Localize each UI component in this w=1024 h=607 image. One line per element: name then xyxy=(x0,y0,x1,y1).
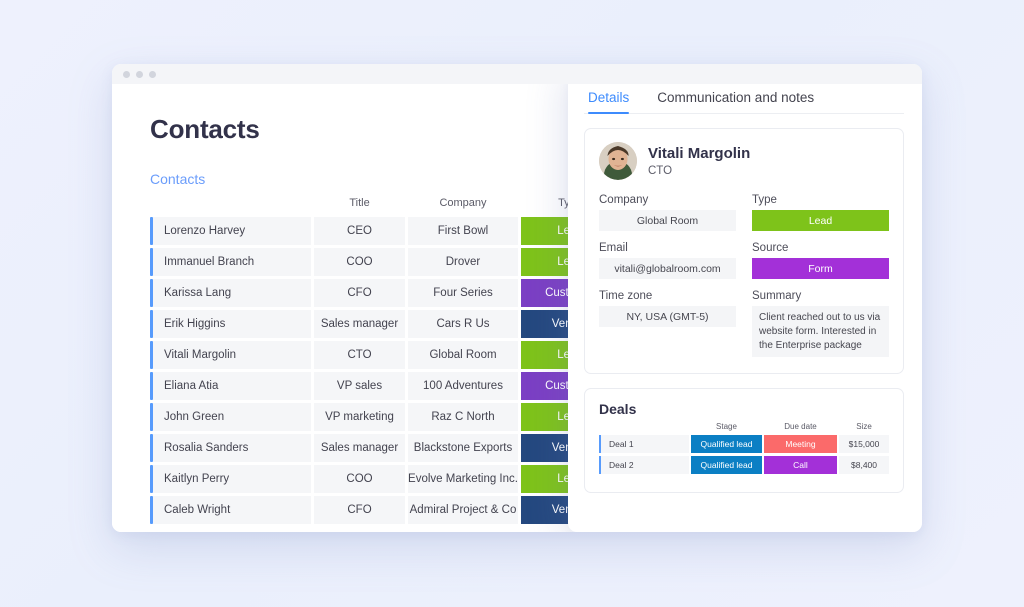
field-value[interactable]: Client reached out to us via website for… xyxy=(752,306,889,358)
deals-column-header-stage: Stage xyxy=(716,421,737,431)
cell-name: Kaitlyn Perry xyxy=(153,465,311,493)
deal-due-badge[interactable]: Call xyxy=(764,456,837,475)
cell-company: Admiral Project & Co xyxy=(408,496,518,524)
deals-card: Deals Stage Due date Size Deal 1 Qualifie… xyxy=(584,388,904,494)
cell-company: Raz C North xyxy=(408,403,518,431)
details-tabs: Details Communication and notes xyxy=(584,90,904,114)
cell-name: Erik Higgins xyxy=(153,310,311,338)
cell-company: Global Room xyxy=(408,341,518,369)
cell-title: COO xyxy=(314,465,405,493)
cell-company: Evolve Marketing Inc. xyxy=(408,465,518,493)
profile-name: Vitali Margolin xyxy=(648,145,751,163)
deal-stage-badge[interactable]: Qualified lead xyxy=(691,456,762,475)
cell-name: Karissa Lang xyxy=(153,279,311,307)
window-body: Contacts Contacts Title Company Type Lor… xyxy=(112,84,922,532)
cell-title: Sales manager xyxy=(314,310,405,338)
contact-details-card: Vitali Margolin CTO Company Global Room Ty… xyxy=(584,128,904,375)
field-time-zone: Time zone NY, USA (GMT-5) xyxy=(599,290,736,357)
column-header-name xyxy=(153,194,311,212)
details-panel: Details Communication and notes Vitali M… xyxy=(568,84,922,532)
tab-communication-and-notes[interactable]: Communication and notes xyxy=(657,90,814,113)
deal-due-badge[interactable]: Meeting xyxy=(764,435,837,454)
profile-role: CTO xyxy=(648,164,673,177)
deal-stage-badge[interactable]: Qualified lead xyxy=(691,435,762,454)
cell-title: CEO xyxy=(314,217,405,245)
cell-title: CTO xyxy=(314,341,405,369)
cell-title: COO xyxy=(314,248,405,276)
cell-name: Lorenzo Harvey xyxy=(153,217,311,245)
contact-fields: Company Global Room Type Lead Email vitali@gl… xyxy=(599,194,889,358)
window-titlebar xyxy=(112,64,922,84)
cell-name: Immanuel Branch xyxy=(153,248,311,276)
tab-details[interactable]: Details xyxy=(588,90,630,114)
cell-company: 100 Adventures xyxy=(408,372,518,400)
cell-name: Rosalia Sanders xyxy=(153,434,311,462)
deal-name: Deal 2 xyxy=(601,456,689,475)
field-value[interactable]: Lead xyxy=(752,210,889,231)
field-label: Time zone xyxy=(599,290,653,302)
deal-row[interactable]: Deal 1 Qualified lead Meeting $15,000 xyxy=(599,435,889,454)
contact-photo-icon xyxy=(599,142,637,180)
column-header-company: Company xyxy=(439,197,487,209)
field-source: Source Form xyxy=(752,242,889,279)
cell-company: First Bowl xyxy=(408,217,518,245)
cell-name: Caleb Wright xyxy=(153,496,311,524)
cell-company: Blackstone Exports xyxy=(408,434,518,462)
field-summary: Summary Client reached out to us via webs… xyxy=(752,290,889,358)
deals-table: Stage Due date Size Deal 1 Qualified lead… xyxy=(599,419,889,475)
cell-company: Cars R Us xyxy=(408,310,518,338)
deal-size: $8,400 xyxy=(839,456,889,475)
deal-row[interactable]: Deal 2 Qualified lead Call $8,400 xyxy=(599,456,889,475)
field-label: Summary xyxy=(752,290,802,302)
field-label: Source xyxy=(752,242,789,254)
deals-title: Deals xyxy=(599,401,637,418)
maximize-dot-icon[interactable] xyxy=(149,70,156,78)
field-label: Email xyxy=(599,242,628,254)
cell-name: John Green xyxy=(153,403,311,431)
field-value[interactable]: vitali@globalroom.com xyxy=(599,258,736,279)
contact-profile: Vitali Margolin CTO xyxy=(599,142,889,180)
cell-company: Four Series xyxy=(408,279,518,307)
deals-header-row: Stage Due date Size xyxy=(599,419,889,433)
profile-text: Vitali Margolin CTO xyxy=(648,145,750,176)
deals-column-header-due: Due date xyxy=(784,421,817,431)
avatar xyxy=(599,142,637,180)
deals-column-header-size: Size xyxy=(856,421,872,431)
deal-name: Deal 1 xyxy=(601,435,689,454)
cell-title: VP sales xyxy=(314,372,405,400)
field-company: Company Global Room xyxy=(599,194,736,231)
field-label: Company xyxy=(599,194,649,206)
cell-name: Vitali Margolin xyxy=(153,341,311,369)
cell-title: Sales manager xyxy=(314,434,405,462)
deals-row-list: Deal 1 Qualified lead Meeting $15,000 Deal 2… xyxy=(599,435,889,475)
deals-column-header-name xyxy=(601,419,689,433)
column-header-title: Title xyxy=(349,197,370,209)
field-email: Email vitali@globalroom.com xyxy=(599,242,736,279)
field-value[interactable]: NY, USA (GMT-5) xyxy=(599,306,736,327)
cell-title: VP marketing xyxy=(314,403,405,431)
field-value[interactable]: Form xyxy=(752,258,889,279)
minimize-dot-icon[interactable] xyxy=(136,70,143,78)
cell-title: CFO xyxy=(314,496,405,524)
deal-size: $15,000 xyxy=(839,435,889,454)
close-dot-icon[interactable] xyxy=(123,70,130,78)
field-value[interactable]: Global Room xyxy=(599,210,736,231)
field-type: Type Lead xyxy=(752,194,889,231)
cell-company: Drover xyxy=(408,248,518,276)
cell-name: Eliana Atia xyxy=(153,372,311,400)
field-label: Type xyxy=(752,194,777,206)
cell-title: CFO xyxy=(314,279,405,307)
app-window: Contacts Contacts Title Company Type Lor… xyxy=(112,64,922,532)
